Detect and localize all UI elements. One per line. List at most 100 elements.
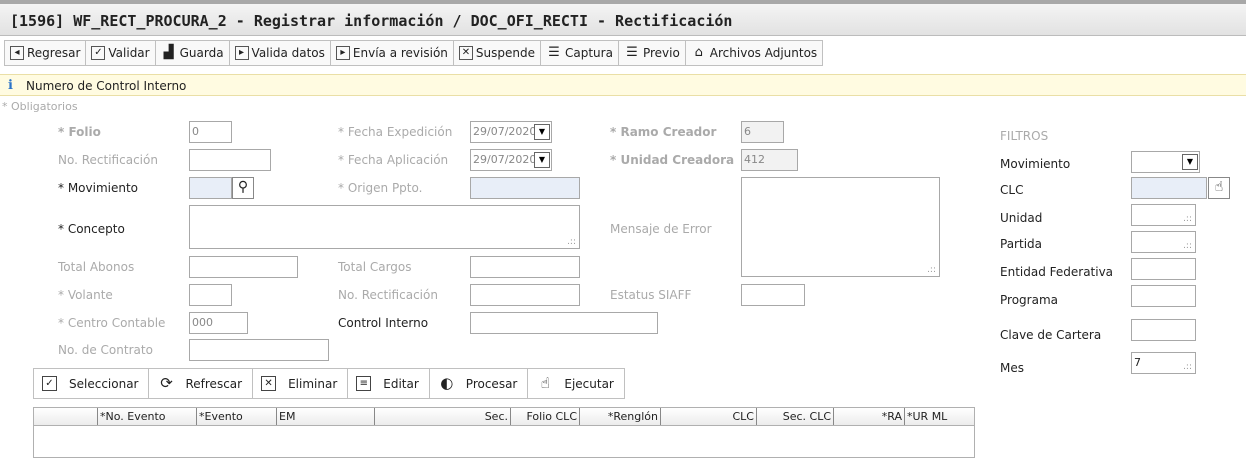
folio-field[interactable]: 0	[189, 121, 232, 143]
info-text: Numero de Control Interno	[26, 79, 187, 93]
save-icon: ▟	[163, 45, 174, 60]
filter-mes-field[interactable]: 7.::	[1131, 352, 1196, 374]
capture-icon: ☰	[548, 45, 560, 60]
archivos-adjuntos-button[interactable]: ⌂ Archivos Adjuntos	[686, 41, 822, 65]
seleccionar-button[interactable]: ✓ Seleccionar	[34, 369, 150, 398]
back-icon: ◂	[10, 46, 24, 60]
grid-toolbar-button-label: Eliminar	[288, 376, 338, 391]
grid-column-header[interactable]: *No. Evento	[98, 408, 197, 425]
checkbox-icon: ✓	[42, 376, 57, 391]
ramo-creador-field: 6	[741, 121, 784, 143]
no-rectificacion2-field[interactable]	[470, 284, 580, 306]
filter-cartera-field[interactable]	[1131, 319, 1196, 341]
grid-column-header[interactable]	[34, 408, 98, 425]
volante-field[interactable]	[189, 284, 232, 306]
procesar-button[interactable]: ◐ Procesar	[430, 369, 529, 398]
no-contrato-label: No. de Contrato	[58, 343, 153, 357]
filter-cartera-label: Clave de Cartera	[1000, 328, 1102, 342]
info-bar: ℹ Numero de Control Interno	[0, 74, 1246, 96]
envía-a-revisión-button[interactable]: ▸ Envía a revisión	[331, 41, 454, 65]
chevron-down-icon[interactable]: ▼	[534, 152, 550, 168]
grid-column-header[interactable]: Sec. CLC	[757, 408, 834, 425]
filter-clc-label: CLC	[1000, 183, 1024, 197]
grid-column-header[interactable]: CLC	[661, 408, 757, 425]
toolbar-button-label: Guarda	[179, 46, 224, 60]
no-contrato-field[interactable]	[189, 339, 329, 361]
play-icon: ▸	[234, 46, 249, 60]
filter-entidad-field[interactable]	[1131, 258, 1196, 280]
origen-ppto-field[interactable]	[470, 177, 580, 199]
grid-column-header[interactable]: *UR ML	[905, 408, 974, 425]
guarda-button[interactable]: ▟ Guarda	[156, 41, 230, 65]
execute-icon: ☝	[540, 374, 550, 392]
mensaje-error-field[interactable]: .::	[741, 177, 940, 277]
chevron-down-icon[interactable]: ▼	[1182, 154, 1198, 170]
regresar-button[interactable]: ◂ Regresar	[5, 41, 87, 65]
movimiento-field[interactable]	[189, 177, 232, 199]
fecha-aplicacion-label: * Fecha Aplicación	[338, 153, 449, 167]
filter-mes-label: Mes	[1000, 361, 1024, 375]
toolbar-button-label: Suspende	[475, 46, 535, 60]
pointer-icon[interactable]: ☝	[1208, 177, 1230, 199]
ejecutar-button[interactable]: ☝ Ejecutar	[528, 369, 624, 398]
control-interno-field[interactable]	[470, 312, 658, 334]
captura-button[interactable]: ☰ Captura	[541, 41, 619, 65]
fecha-expedicion-label: * Fecha Expedición	[338, 125, 453, 139]
fecha-expedicion-select[interactable]: 29/07/2020 ▼	[470, 121, 552, 143]
grid-column-header[interactable]: Folio CLC	[511, 408, 580, 425]
page-title: [1596] WF_RECT_PROCURA_2 - Registrar inf…	[10, 12, 733, 30]
fecha-aplicacion-select[interactable]: 29/07/2020 ▼	[470, 149, 552, 171]
total-cargos-field[interactable]	[470, 256, 580, 278]
main-toolbar: ◂ Regresar ✓ Validar ▟ Guarda ▸ Valida datos ▸ En…	[4, 40, 824, 66]
centro-contable-field[interactable]: 000	[189, 312, 248, 334]
total-abonos-label: Total Abonos	[58, 260, 135, 274]
mensaje-error-label: Mensaje de Error	[610, 222, 712, 236]
info-icon: ℹ	[8, 78, 13, 93]
grid-column-header[interactable]: *Renglón	[580, 408, 661, 425]
unidad-creadora-field: 412	[741, 149, 798, 171]
estatus-siaff-field[interactable]	[741, 284, 805, 306]
folio-label: * Folio	[58, 125, 101, 139]
validar-button[interactable]: ✓ Validar	[86, 41, 156, 65]
suspende-button[interactable]: ✕ Suspende	[454, 41, 541, 65]
filter-unidad-field[interactable]: .::	[1131, 204, 1196, 226]
grid-column-header[interactable]: Sec.	[375, 408, 511, 425]
resize-icon: .::	[567, 237, 576, 247]
preview-icon: ☰	[626, 45, 638, 60]
total-abonos-field[interactable]	[189, 256, 298, 278]
valida-datos-button[interactable]: ▸ Valida datos	[230, 41, 331, 65]
filter-unidad-label: Unidad	[1000, 211, 1043, 225]
no-rectificacion2-label: No. Rectificación	[338, 288, 438, 302]
toolbar-button-label: Archivos Adjuntos	[709, 46, 818, 60]
filter-partida-field[interactable]: .::	[1131, 231, 1196, 253]
resize-icon: .::	[1183, 214, 1192, 224]
filter-mes-value: 7	[1134, 356, 1141, 369]
grid-column-header[interactable]: *Evento	[197, 408, 277, 425]
volante-label: * Volante	[58, 288, 113, 302]
toolbar-button-label: Captura	[564, 46, 613, 60]
grid-toolbar-button-label: Refrescar	[185, 376, 243, 391]
grid-toolbar-button-label: Editar	[383, 376, 419, 391]
refrescar-button[interactable]: ⟳ Refrescar	[149, 369, 254, 398]
total-cargos-label: Total Cargos	[338, 260, 412, 274]
grid-column-header[interactable]: EM	[277, 408, 375, 425]
no-rectificacion-field[interactable]	[189, 149, 271, 171]
previo-button[interactable]: ☰ Previo	[619, 41, 686, 65]
search-icon[interactable]: ⚲	[232, 177, 254, 199]
required-note: * Obligatorios	[2, 100, 78, 113]
filter-movimiento-select[interactable]: ▼	[1131, 151, 1200, 173]
filter-entidad-label: Entidad Federativa	[1000, 265, 1114, 279]
filter-programa-field[interactable]	[1131, 285, 1196, 307]
grid-toolbar: ✓ Seleccionar ⟳ Refrescar ✕ Eliminar ≡ Editar ◐ P…	[33, 368, 625, 399]
centro-contable-label: * Centro Contable	[58, 316, 166, 330]
movimiento-label: * Movimiento	[58, 181, 139, 195]
origen-ppto-label: * Origen Ppto.	[338, 181, 423, 195]
editar-button[interactable]: ≡ Editar	[348, 369, 430, 398]
eliminar-button[interactable]: ✕ Eliminar	[253, 369, 349, 398]
filter-clc-field[interactable]	[1131, 177, 1207, 199]
chevron-down-icon[interactable]: ▼	[534, 124, 550, 140]
unidad-creadora-label: * Unidad Creadora	[610, 153, 735, 167]
resize-icon: .::	[927, 265, 936, 275]
grid-column-header[interactable]: *RA	[834, 408, 905, 425]
concepto-field[interactable]: .::	[189, 205, 580, 249]
